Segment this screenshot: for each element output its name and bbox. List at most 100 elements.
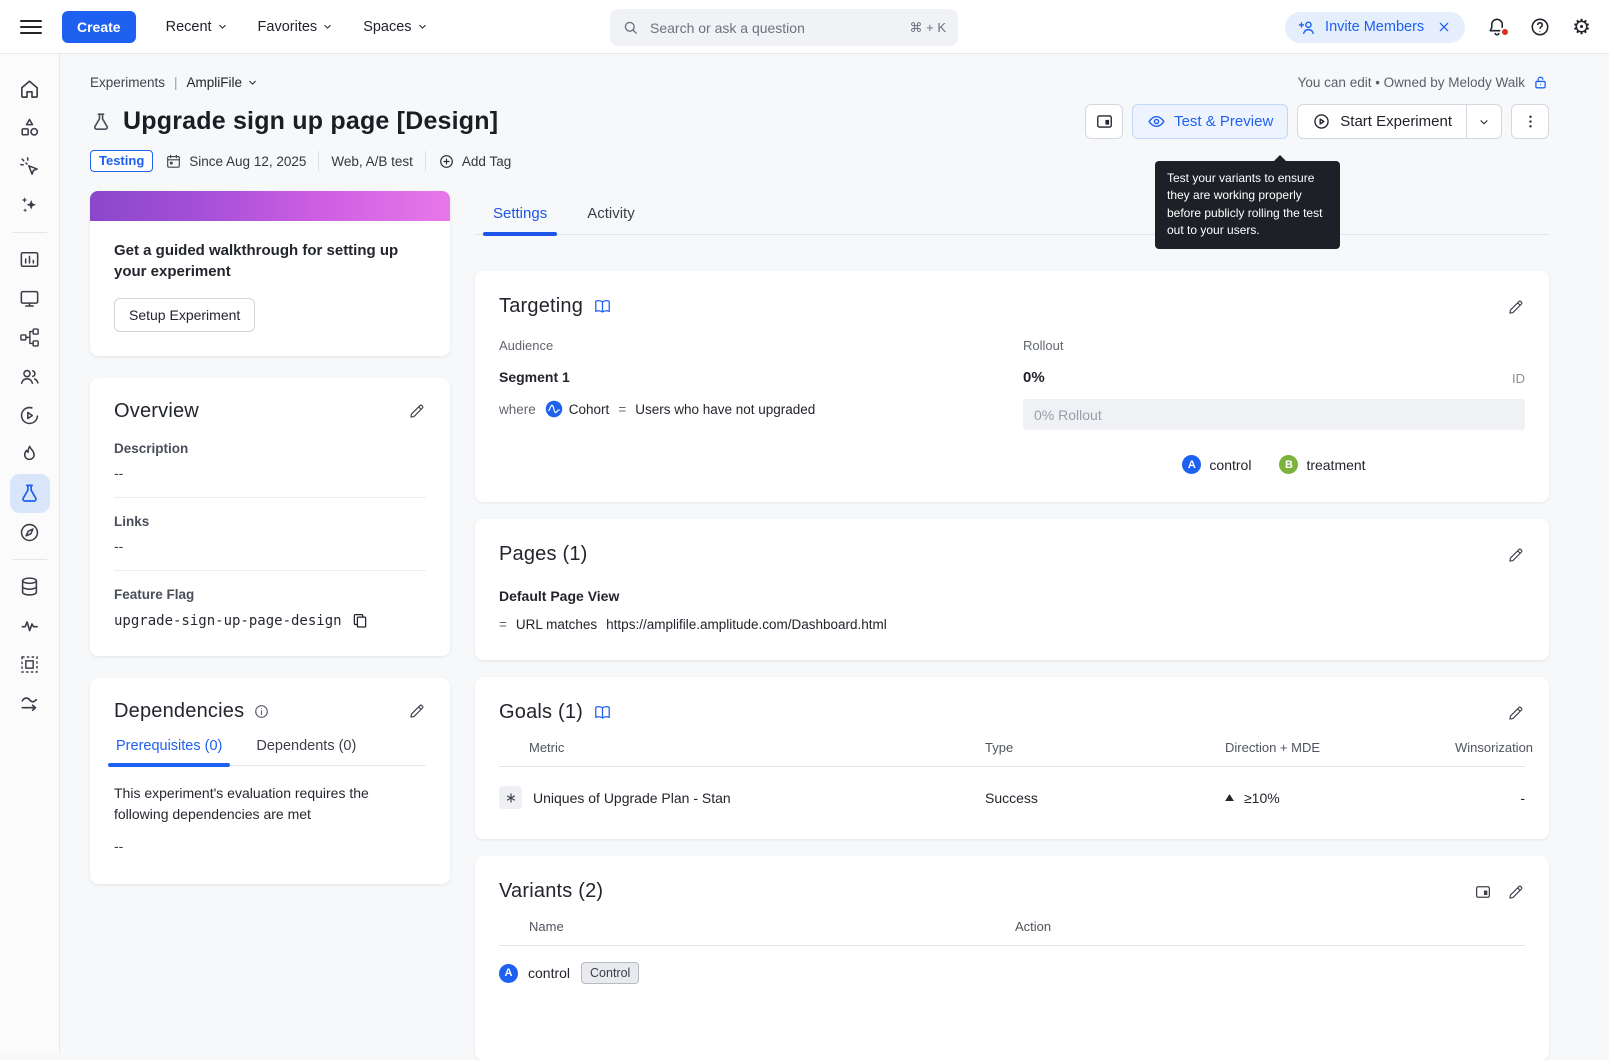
- sidebar-item-analytics[interactable]: [10, 240, 50, 279]
- goals-table: Metric Type Direction + MDE Winsorizatio…: [499, 740, 1525, 811]
- hamburger-menu-icon[interactable]: [20, 16, 42, 38]
- settings-gear-icon[interactable]: ⚙: [1572, 17, 1591, 38]
- edit-dependencies-button[interactable]: [408, 702, 426, 720]
- panel-icon[interactable]: [1474, 883, 1492, 901]
- flow-diagram-icon: [18, 326, 41, 349]
- cohort-chip[interactable]: Cohort: [545, 400, 610, 418]
- pencil-icon: [1507, 546, 1525, 564]
- sidebar-item-loop[interactable]: [10, 684, 50, 723]
- rollout-placeholder: 0% Rollout: [1034, 407, 1102, 423]
- edit-goals-button[interactable]: [1507, 704, 1525, 722]
- notification-dot: [1500, 27, 1510, 37]
- notifications-button[interactable]: [1486, 16, 1508, 38]
- start-experiment-caret[interactable]: [1466, 105, 1501, 138]
- sidebar-item-signals[interactable]: [10, 606, 50, 645]
- tab-prerequisites[interactable]: Prerequisites (0): [114, 738, 224, 765]
- tab-dependents[interactable]: Dependents (0): [254, 738, 358, 765]
- meta-divider: [425, 151, 426, 171]
- plus-circle-icon: [438, 153, 455, 170]
- docs-book-icon[interactable]: [593, 703, 612, 722]
- shapes-icon: [18, 116, 41, 139]
- sidebar-item-screens[interactable]: [10, 279, 50, 318]
- create-button[interactable]: Create: [62, 11, 136, 43]
- dependencies-title: Dependencies: [114, 700, 244, 723]
- edit-pages-button[interactable]: [1507, 546, 1525, 564]
- pencil-icon: [408, 402, 426, 420]
- flask-icon: [18, 482, 41, 505]
- goal-winsorization: -: [1455, 790, 1525, 806]
- breadcrumb-project-selector[interactable]: AmpliFile: [187, 75, 259, 90]
- edit-overview-button[interactable]: [408, 402, 426, 420]
- variant-b-badge: B: [1279, 455, 1298, 474]
- search-input[interactable]: [648, 19, 901, 37]
- goals-header-winsorization: Winsorization: [1455, 740, 1533, 755]
- global-search[interactable]: ⌘ + K: [610, 9, 958, 46]
- copy-icon[interactable]: [351, 612, 369, 630]
- cursor-click-icon: [18, 155, 41, 178]
- sidebar-item-heatmap[interactable]: [10, 435, 50, 474]
- goal-row[interactable]: Uniques of Upgrade Plan - Stan Success ≥…: [499, 767, 1525, 811]
- tab-settings[interactable]: Settings: [491, 196, 549, 234]
- help-button[interactable]: [1529, 16, 1551, 38]
- add-tag-button[interactable]: Add Tag: [438, 153, 511, 170]
- chevron-down-icon: [217, 21, 228, 32]
- docs-book-icon[interactable]: [593, 297, 612, 316]
- variant-row[interactable]: A control Control: [499, 946, 1525, 1000]
- sidebar-item-audiences[interactable]: [10, 357, 50, 396]
- experiment-flask-icon: [90, 111, 112, 133]
- recent-menu[interactable]: Recent: [166, 19, 228, 35]
- goal-metric-name: Uniques of Upgrade Plan - Stan: [533, 790, 731, 806]
- add-tag-label: Add Tag: [462, 154, 511, 169]
- favorites-menu[interactable]: Favorites: [258, 19, 334, 35]
- more-actions-button[interactable]: [1511, 104, 1549, 139]
- chevron-down-icon: [417, 21, 428, 32]
- rollout-progress-bar[interactable]: 0% Rollout: [1023, 399, 1525, 430]
- sidebar-item-discover[interactable]: [10, 513, 50, 552]
- spaces-menu[interactable]: Spaces: [363, 19, 427, 35]
- page-rule-match-type: URL matches: [516, 617, 597, 632]
- sidebar-item-objects[interactable]: [10, 108, 50, 147]
- rollout-id-label: ID: [1512, 371, 1525, 386]
- sidebar-item-home[interactable]: [10, 69, 50, 108]
- close-icon[interactable]: [1436, 19, 1452, 35]
- edit-targeting-button[interactable]: [1507, 298, 1525, 316]
- goal-mde: ≥10%: [1244, 790, 1280, 806]
- sidebar-item-web-experiments[interactable]: [10, 147, 50, 186]
- divider: [114, 497, 426, 498]
- top-navigation-bar: Create Recent Favorites Spaces ⌘ + K Inv…: [0, 0, 1609, 54]
- database-icon: [18, 575, 41, 598]
- test-preview-button[interactable]: Test & Preview: [1132, 104, 1288, 139]
- info-icon[interactable]: [253, 703, 270, 720]
- sidebar-item-journeys[interactable]: [10, 318, 50, 357]
- sidebar-item-data[interactable]: [10, 567, 50, 606]
- sidebar-item-session-replay[interactable]: [10, 396, 50, 435]
- sidebar-item-frame[interactable]: [10, 645, 50, 684]
- tab-activity[interactable]: Activity: [585, 196, 637, 234]
- setup-experiment-button[interactable]: Setup Experiment: [114, 298, 255, 332]
- breadcrumb-section[interactable]: Experiments: [90, 75, 165, 90]
- dashed-frame-icon: [18, 653, 41, 676]
- description-value: --: [114, 465, 426, 481]
- goals-header-metric: Metric: [499, 740, 985, 755]
- sidebar-item-ai[interactable]: [10, 186, 50, 225]
- variants-header-name: Name: [499, 919, 1015, 934]
- goals-header-type: Type: [985, 740, 1225, 755]
- breadcrumb-project-label: AmpliFile: [187, 75, 243, 90]
- compass-icon: [18, 521, 41, 544]
- cohort-operator: =: [618, 402, 626, 417]
- status-badge[interactable]: Testing: [90, 150, 153, 172]
- page-view-name: Default Page View: [499, 588, 1525, 604]
- lock-icon[interactable]: [1532, 74, 1549, 91]
- goals-card: Goals (1) Metric Type Direction + MDE Wi: [475, 677, 1549, 839]
- pages-card: Pages (1) Default Page View = URL matche…: [475, 519, 1549, 660]
- side-panel-button[interactable]: [1085, 104, 1123, 139]
- users-icon: [18, 365, 41, 388]
- help-icon: [1529, 16, 1551, 38]
- since-date-label: Since Aug 12, 2025: [189, 154, 306, 169]
- dependencies-empty-value: --: [114, 838, 426, 854]
- sidebar-item-experiment[interactable]: [10, 474, 50, 513]
- start-experiment-button[interactable]: Start Experiment: [1298, 105, 1466, 138]
- invite-members-label: Invite Members: [1325, 19, 1424, 35]
- invite-members-button[interactable]: Invite Members: [1285, 12, 1465, 43]
- pencil-icon[interactable]: [1507, 883, 1525, 901]
